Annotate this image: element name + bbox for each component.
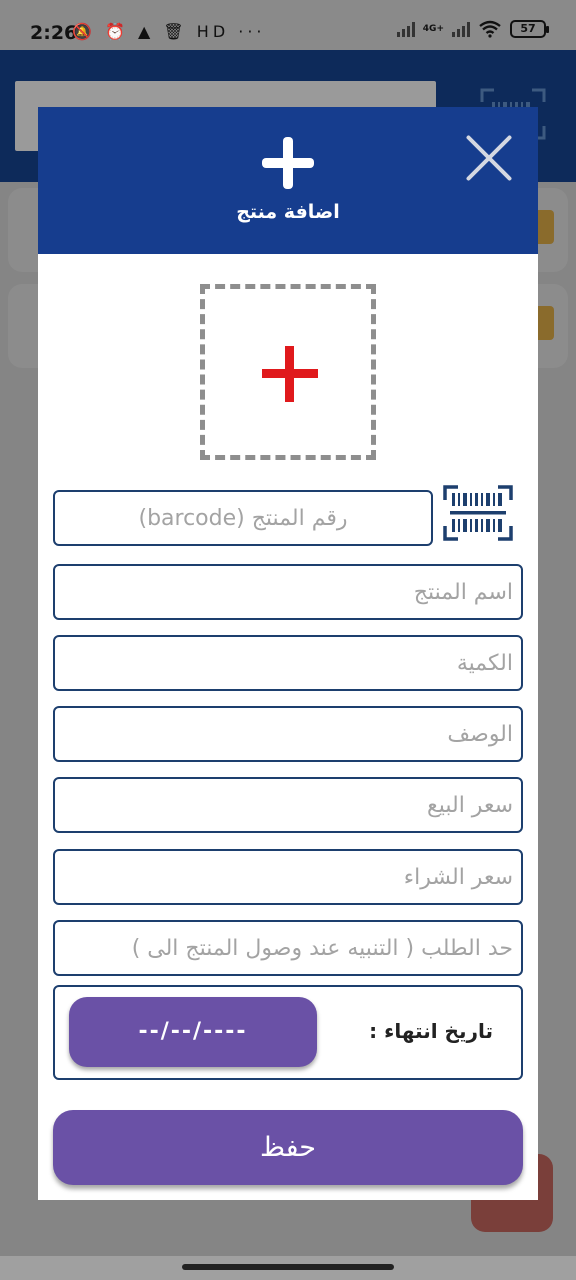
quantity-input[interactable] [53,635,523,691]
close-icon[interactable] [462,131,516,185]
signal-icon [396,21,415,37]
save-button[interactable]: حفظ [53,1110,523,1185]
barcode-scan-icon[interactable] [442,484,514,542]
buy-price-input[interactable] [53,849,523,905]
dialog-header: اضافة منتج [38,107,538,254]
expiry-date-label: تاريخ انتهاء : [369,1019,493,1043]
add-product-dialog: اضافة منتج تاريخ انتهاء : --/--/---- حفظ [38,107,538,1200]
barcode-input[interactable] [53,490,433,546]
expiry-date-section: تاريخ انتهاء : --/--/---- [53,985,523,1080]
add-image-button[interactable] [200,284,376,460]
description-input[interactable] [53,706,523,762]
status-notification-icons: 🔕 ⏰ ▲ 🗑 HD ··· [72,22,266,41]
product-name-input[interactable] [53,564,523,620]
battery-icon: 57 [510,20,549,38]
reorder-limit-input[interactable] [53,920,523,976]
plus-icon [262,137,314,189]
sell-price-input[interactable] [53,777,523,833]
network-type: 4G+ [422,23,444,34]
status-time: 2:26 [30,22,78,44]
home-indicator[interactable] [182,1264,394,1270]
signal-icon-2 [452,21,470,37]
expiry-date-button[interactable]: --/--/---- [69,997,317,1067]
status-bar: 2:26 🔕 ⏰ ▲ 🗑 HD ··· 4G+ 57 [0,0,576,50]
wifi-icon [479,20,501,38]
status-right-icons: 4G+ 57 [396,20,549,38]
add-image-icon [262,346,318,402]
dialog-title: اضافة منتج [236,201,340,223]
